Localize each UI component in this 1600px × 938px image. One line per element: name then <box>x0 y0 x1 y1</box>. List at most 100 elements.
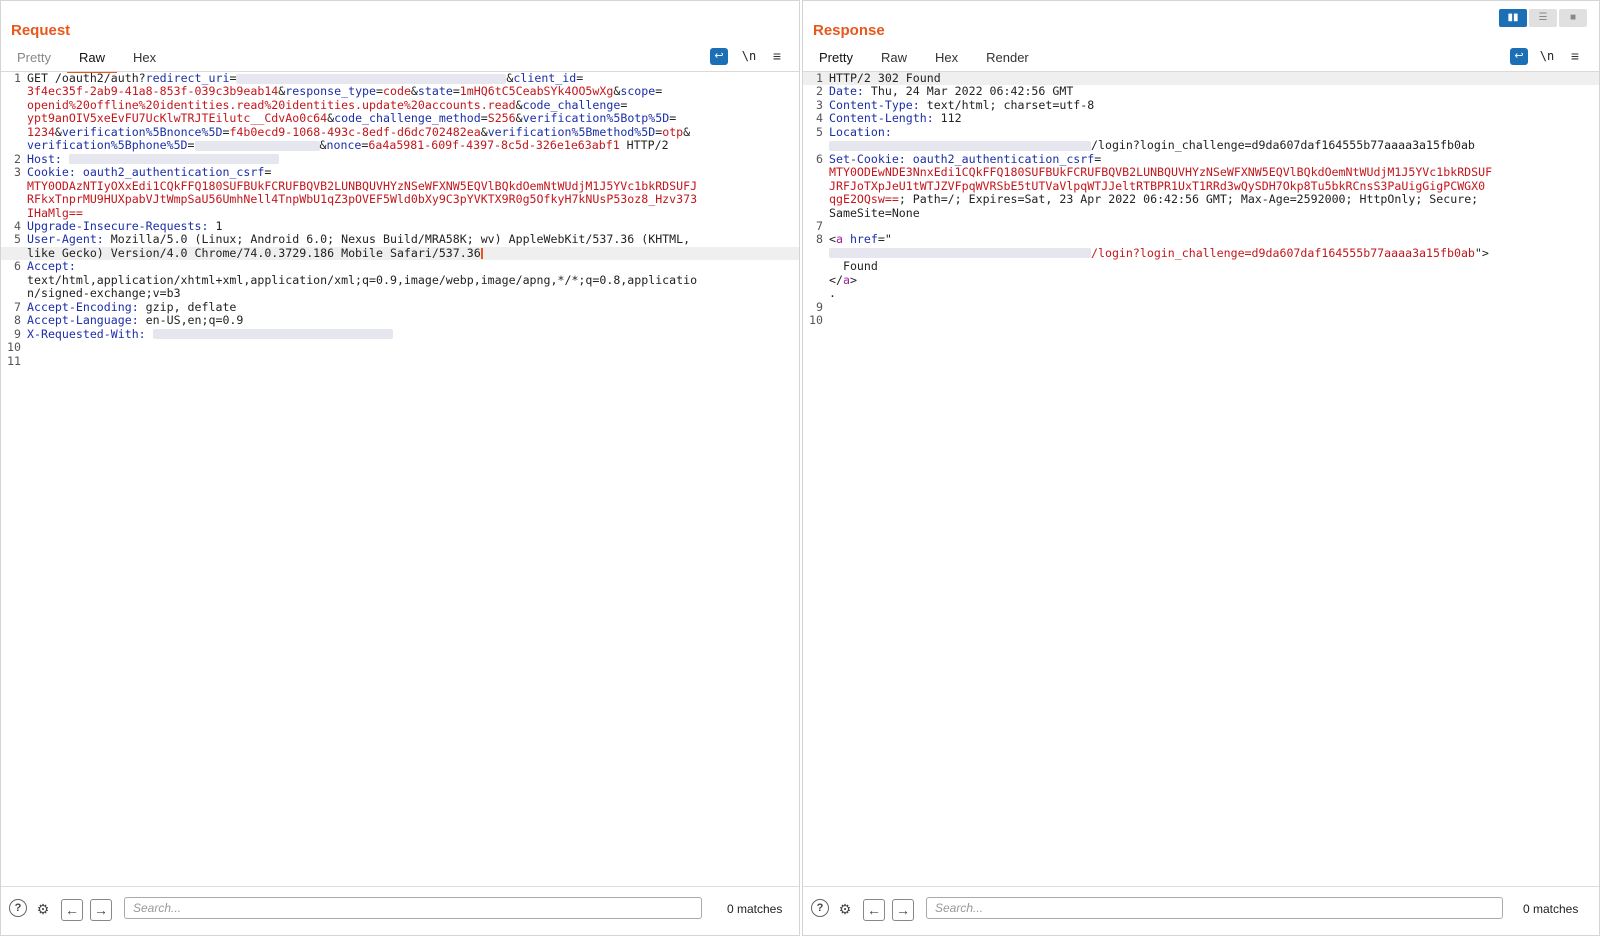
line-number: 9 <box>14 326 21 341</box>
arrow-left-icon[interactable]: ← <box>61 899 83 921</box>
code-line: 10 <box>1 340 799 354</box>
search-input[interactable] <box>124 897 702 919</box>
code-text: text/html,application/xhtml+xml,applicat… <box>27 272 698 287</box>
arrow-right-icon[interactable]: → <box>892 899 914 921</box>
line-number: 10 <box>809 313 823 328</box>
tab-pretty[interactable]: Pretty <box>807 48 865 73</box>
redacted-block <box>152 329 393 340</box>
line-number: 3 <box>816 97 823 112</box>
code-text: Accept-Encoding: gzip, deflate <box>27 299 237 314</box>
line-number <box>803 207 829 220</box>
code-text: Content-Length: 112 <box>829 111 962 126</box>
code-line: 1234&verification%5Bnonce%5D=f4b0ecd9-10… <box>1 124 799 139</box>
line-number: 4 <box>816 111 823 126</box>
request-tabs: Pretty Raw Hex <box>5 48 172 73</box>
code-text: /login?login_challenge=d9da607daf164555b… <box>829 246 1599 260</box>
tab-raw[interactable]: Raw <box>869 48 919 73</box>
line-number <box>1 126 27 139</box>
code-line: RFkxTnprMU9HUXpabVJtWmpSaU56UmhNell4TnpW… <box>1 192 799 206</box>
line-number <box>803 166 829 179</box>
code-line: 11 <box>1 353 799 368</box>
code-line: JRFJoTXpJeU1tWTJZVFpqWVRSbE5tUTVaVlpqWTJ… <box>803 179 1599 193</box>
code-line: 8 Accept-Language: en-US,en;q=0.9 <box>1 313 799 328</box>
show-newlines-toggle[interactable]: \n <box>740 48 758 65</box>
line-number <box>803 260 829 273</box>
code-line: /login?login_challenge=d9da607daf164555b… <box>803 139 1599 152</box>
line-number <box>1 274 27 287</box>
gear-icon[interactable]: ⚙ <box>835 899 855 919</box>
code-line: qgE2OQsw==; Path=/; Expires=Sat, 23 Apr … <box>803 192 1599 207</box>
line-number: 2 <box>14 151 21 166</box>
arrow-right-icon[interactable]: → <box>90 899 112 921</box>
line-number: 7 <box>816 218 823 233</box>
line-number: 5 <box>816 124 823 139</box>
code-line: 6 Accept: <box>1 259 799 274</box>
wrap-lines-icon[interactable]: ↩ <box>710 48 728 65</box>
show-newlines-toggle[interactable]: \n <box>1538 48 1556 65</box>
request-pane: Request Pretty Raw Hex ↩ \n ≡ 1 GET /oaut… <box>0 0 800 936</box>
code-text: Host: <box>27 152 799 166</box>
layout-side-by-side-button[interactable]: ▮▮ <box>1499 9 1527 27</box>
hamburger-menu-icon[interactable]: ≡ <box>768 48 786 65</box>
code-line: IHaMlg== <box>1 205 799 220</box>
line-number <box>803 287 829 300</box>
response-editor[interactable]: 1 HTTP/2 302 Found 2 Date: Thu, 24 Mar 2022… <box>803 72 1599 877</box>
line-number: 2 <box>816 84 823 99</box>
line-number: 8 <box>14 313 21 328</box>
code-line: SameSite=None <box>803 205 1599 220</box>
code-text: like Gecko) Version/4.0 Chrome/74.0.3729… <box>27 245 483 260</box>
code-text: qgE2OQsw==; Path=/; Expires=Sat, 23 Apr … <box>829 192 1479 207</box>
line-number: 11 <box>7 353 21 368</box>
layout-switcher: ▮▮ ☰ ■ <box>1497 9 1587 27</box>
line-number <box>803 180 829 193</box>
line-number <box>1 207 27 220</box>
search-input[interactable] <box>926 897 1503 919</box>
wrap-lines-icon[interactable]: ↩ <box>1510 48 1528 65</box>
code-line: 3 Cookie: oauth2_authentication_csrf= <box>1 165 799 179</box>
code-line: </a> <box>803 272 1599 287</box>
response-tabs: Pretty Raw Hex Render <box>807 48 1045 73</box>
redacted-block <box>829 140 1091 151</box>
code-line: 1 GET /oauth2/auth?redirect_uri= &client_i… <box>1 72 799 85</box>
line-number <box>1 193 27 206</box>
code-text: User-Agent: Mozilla/5.0 (Linux; Android … <box>27 232 691 247</box>
code-text: </a> <box>829 272 857 287</box>
line-number: 8 <box>816 232 823 247</box>
help-icon[interactable]: ? <box>9 899 27 917</box>
tab-hex[interactable]: Hex <box>121 48 168 73</box>
request-editor[interactable]: 1 GET /oauth2/auth?redirect_uri= &client_i… <box>1 72 799 877</box>
code-line: openid%20offline%20identities.read%20ide… <box>1 97 799 112</box>
tab-raw[interactable]: Raw <box>66 48 117 73</box>
code-text: IHaMlg== <box>27 205 83 220</box>
redacted-block <box>68 154 279 165</box>
line-number <box>803 247 829 260</box>
code-line: MTY0ODEwNDE3NnxEdi1CQkFFQ180SUFBUkFCRUFB… <box>803 165 1599 179</box>
tab-render[interactable]: Render <box>974 48 1041 73</box>
gear-icon[interactable]: ⚙ <box>33 899 53 919</box>
layout-stacked-button[interactable]: ☰ <box>1529 9 1557 27</box>
code-text: SameSite=None <box>829 205 920 220</box>
code-line: 4 Upgrade-Insecure-Requests: 1 <box>1 219 799 233</box>
help-icon[interactable]: ? <box>811 899 829 917</box>
line-number: 6 <box>816 151 823 166</box>
code-line: Found <box>803 260 1599 273</box>
arrow-left-icon[interactable]: ← <box>863 899 885 921</box>
redacted-block <box>194 140 320 151</box>
tab-hex[interactable]: Hex <box>923 48 970 73</box>
code-text: 1234&verification%5Bnonce%5D=f4b0ecd9-10… <box>27 124 691 139</box>
code-text: ypt9anOIV5xeEvFU7UcKlwTRJTEilutc__CdvAo0… <box>27 111 677 126</box>
layout-single-button[interactable]: ■ <box>1559 9 1587 27</box>
line-number <box>1 99 27 112</box>
code-line: 5 User-Agent: Mozilla/5.0 (Linux; Android… <box>1 232 799 247</box>
code-text: Found <box>829 259 878 274</box>
line-number: 6 <box>14 259 21 274</box>
hamburger-menu-icon[interactable]: ≡ <box>1566 48 1584 65</box>
tab-pretty[interactable]: Pretty <box>5 48 63 73</box>
match-count: 0 matches <box>727 902 783 916</box>
code-text: openid%20offline%20identities.read%20ide… <box>27 97 628 112</box>
code-text: HTTP/2 302 Found <box>829 72 941 85</box>
code-text: Set-Cookie: oauth2_authentication_csrf= <box>829 151 1102 166</box>
redacted-block <box>236 73 507 84</box>
